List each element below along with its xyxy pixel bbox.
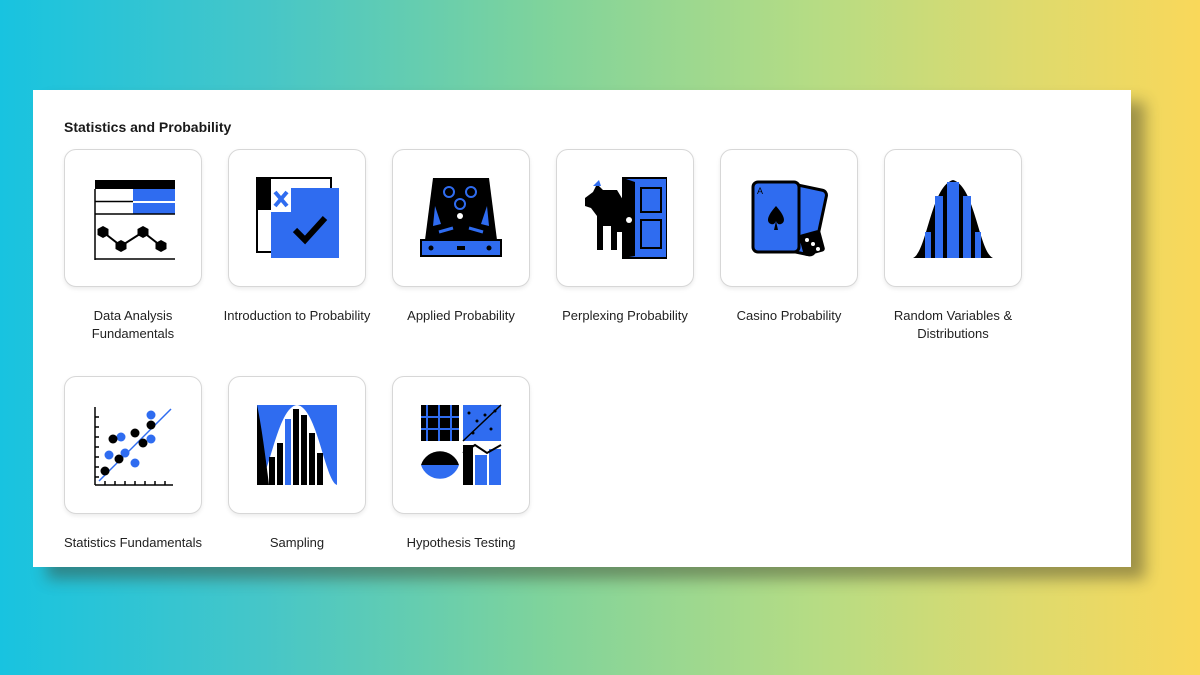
hypothesis-collage-icon [421, 404, 502, 485]
bell-curve-bars-icon [913, 180, 993, 258]
course-title: Sampling [269, 535, 325, 550]
course-title: Hypothesis Testing [406, 535, 516, 550]
histogram-curve-icon [257, 405, 337, 485]
course-card-applied-probability[interactable]: Applied Probability [386, 149, 536, 325]
course-card-hypothesis-testing[interactable]: Hypothesis Testing [386, 376, 536, 552]
course-card-statistics-fundamentals[interactable]: Statistics Fundamentals [58, 376, 208, 552]
course-title: Data Analysis Fundamentals [91, 308, 175, 341]
svg-text:A: A [757, 186, 763, 196]
course-title: Statistics Fundamentals [63, 535, 202, 550]
checkbox-x-check-icon [256, 177, 339, 258]
course-title: Random Variables & Distributions [893, 308, 1013, 341]
course-title: Perplexing Probability [562, 308, 688, 323]
course-tile[interactable] [556, 149, 694, 287]
course-tile[interactable] [392, 149, 530, 287]
course-tile[interactable] [392, 376, 530, 514]
section-title: Statistics and Probability [64, 119, 232, 135]
course-title: Introduction to Probability [223, 308, 371, 323]
course-tile[interactable] [228, 376, 366, 514]
course-catalog-panel: Statistics and Probability Data Analysis… [33, 90, 1131, 567]
course-tile[interactable] [884, 149, 1022, 287]
course-tile[interactable]: A [720, 149, 858, 287]
cards-dice-icon: A [751, 180, 828, 257]
course-card-introduction-to-probability[interactable]: Introduction to Probability [222, 149, 372, 325]
course-card-sampling[interactable]: Sampling [222, 376, 372, 552]
course-card-data-analysis-fundamentals[interactable]: Data Analysis Fundamentals [58, 149, 208, 343]
course-tile[interactable] [228, 149, 366, 287]
course-card-casino-probability[interactable]: A Casino Probability [714, 149, 864, 325]
course-title: Applied Probability [407, 308, 515, 323]
course-tile[interactable] [64, 376, 202, 514]
course-card-random-variables-distributions[interactable]: Random Variables & Distributions [878, 149, 1028, 343]
course-title: Casino Probability [736, 308, 842, 323]
table-line-chart-icon [94, 180, 175, 260]
goat-door-icon [585, 177, 667, 259]
course-card-perplexing-probability[interactable]: Perplexing Probability [550, 149, 700, 325]
scatter-plot-icon [94, 407, 173, 486]
pinball-machine-icon [420, 178, 502, 257]
course-tile[interactable] [64, 149, 202, 287]
